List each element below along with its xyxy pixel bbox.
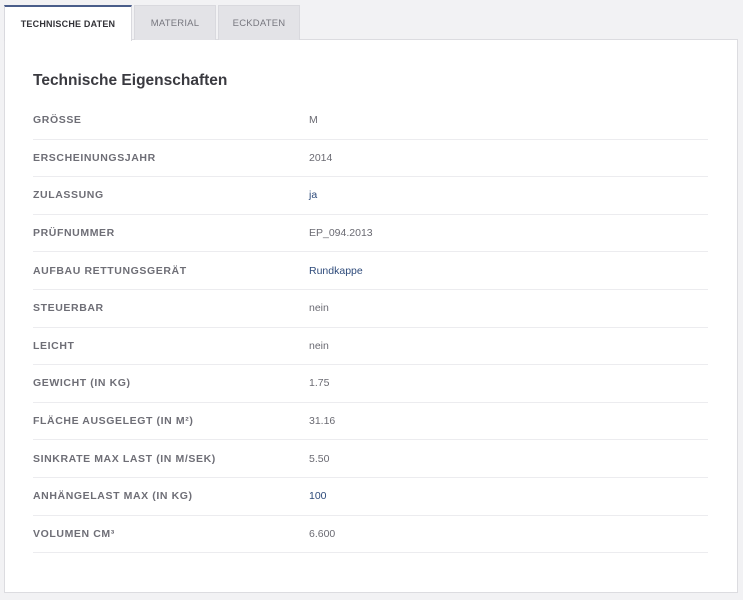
tab-technische-daten[interactable]: TECHNISCHE DATEN: [4, 5, 132, 41]
spec-label: GRÖSSE: [33, 114, 82, 127]
spec-label: VOLUMEN CM³: [33, 527, 115, 540]
spec-value-link[interactable]: ja: [309, 189, 317, 201]
spec-label: STEUERBAR: [33, 302, 104, 315]
section-title: Technische Eigenschaften: [33, 72, 228, 89]
spec-table: GRÖSSE M ERSCHEINUNGSJAHR 2014 ZULASSUNG…: [33, 102, 708, 554]
spec-label: LEICHT: [33, 339, 75, 352]
spec-row-aufbau: AUFBAU RETTUNGSGERÄT Rundkappe: [33, 252, 708, 290]
spec-row-gewicht: GEWICHT (IN KG) 1.75: [33, 365, 708, 403]
spec-value: EP_094.2013: [309, 227, 373, 240]
spec-label: ZULASSUNG: [33, 189, 104, 202]
tab-bar: TECHNISCHE DATEN MATERIAL ECKDATEN: [4, 5, 302, 41]
spec-row-erscheinungsjahr: ERSCHEINUNGSJAHR 2014: [33, 140, 708, 178]
spec-row-flaeche: FLÄCHE AUSGELEGT (IN M²) 31.16: [33, 403, 708, 441]
spec-label: AUFBAU RETTUNGSGERÄT: [33, 264, 187, 277]
spec-label: PRÜFNUMMER: [33, 227, 115, 240]
spec-value: 1.75: [309, 377, 330, 390]
spec-label: ANHÄNGELAST MAX (IN KG): [33, 490, 193, 503]
spec-row-pruefnummer: PRÜFNUMMER EP_094.2013: [33, 215, 708, 253]
tab-panel: Technische Eigenschaften GRÖSSE M ERSCHE…: [4, 39, 738, 593]
spec-label: FLÄCHE AUSGELEGT (IN M²): [33, 415, 194, 428]
spec-value: nein: [309, 339, 329, 352]
tab-eckdaten[interactable]: ECKDATEN: [218, 5, 300, 40]
spec-row-sinkrate: SINKRATE MAX LAST (IN M/SEK) 5.50: [33, 440, 708, 478]
spec-value: 5.50: [309, 452, 330, 465]
spec-label: SINKRATE MAX LAST (IN M/SEK): [33, 452, 216, 465]
spec-row-groesse: GRÖSSE M: [33, 102, 708, 140]
spec-value-link[interactable]: 100: [309, 490, 327, 502]
spec-value-link[interactable]: Rundkappe: [309, 265, 363, 277]
spec-value: 6.600: [309, 527, 336, 540]
spec-row-leicht: LEICHT nein: [33, 328, 708, 366]
spec-row-zulassung: ZULASSUNG ja: [33, 177, 708, 215]
spec-label: ERSCHEINUNGSJAHR: [33, 151, 156, 164]
spec-label: GEWICHT (IN KG): [33, 377, 131, 390]
spec-value: 2014: [309, 151, 333, 164]
tab-material[interactable]: MATERIAL: [134, 5, 216, 40]
spec-row-anhaengelast: ANHÄNGELAST MAX (IN KG) 100: [33, 478, 708, 516]
spec-value: M: [309, 114, 318, 127]
spec-value: nein: [309, 302, 329, 315]
spec-row-steuerbar: STEUERBAR nein: [33, 290, 708, 328]
spec-value: 31.16: [309, 415, 336, 428]
spec-row-volumen: VOLUMEN CM³ 6.600: [33, 516, 708, 554]
